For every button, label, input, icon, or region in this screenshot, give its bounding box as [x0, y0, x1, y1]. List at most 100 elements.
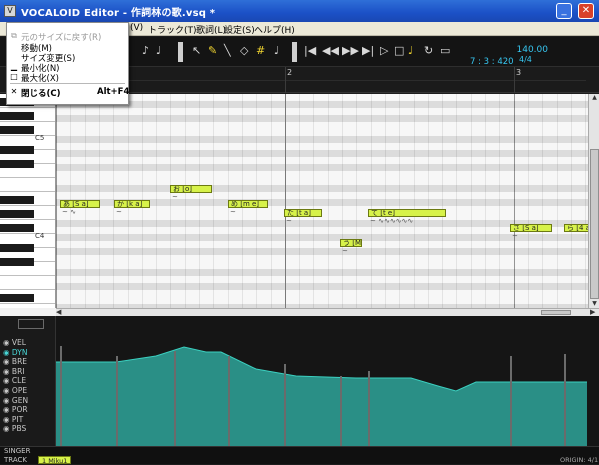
- go-end-icon[interactable]: ▶|: [362, 45, 374, 57]
- note-block[interactable]: め [m e]: [228, 200, 268, 208]
- beat-line: [271, 94, 272, 308]
- menu-track[interactable]: トラック(T): [148, 23, 197, 36]
- beat-line: [528, 94, 529, 308]
- velocity-bar[interactable]: [564, 354, 566, 446]
- note-block[interactable]: さ [S a]: [510, 224, 552, 232]
- note-block[interactable]: た [t a]: [284, 209, 322, 217]
- vocaloid-app-icon[interactable]: V: [4, 5, 16, 17]
- ruler-bar: [285, 67, 286, 93]
- track-tab[interactable]: 1 Miku1: [38, 456, 72, 465]
- black-key[interactable]: [0, 244, 34, 252]
- beat-line: [156, 94, 157, 308]
- vertical-scrollbar[interactable]: ▲ ▼: [588, 94, 599, 308]
- velocity-bar[interactable]: [60, 346, 62, 446]
- note-grid[interactable]: あ [S a] ~ ∿ か [k a] ~ お [o] ~ め [m e] ~ た [t a] ~…: [56, 94, 590, 311]
- black-key[interactable]: [0, 126, 34, 134]
- velocity-bar[interactable]: [174, 351, 176, 446]
- playhead-cursor[interactable]: [285, 94, 286, 308]
- menu-item-close[interactable]: ✕ 閉じる(C) Alt+F4: [7, 87, 130, 99]
- title-bar[interactable]: V VOCALOID Editor - 作詞林の歌.vsq * _ □ ✕: [0, 0, 599, 22]
- scroll-left-icon[interactable]: ◀: [56, 308, 61, 316]
- note-block[interactable]: お [o]: [170, 185, 212, 193]
- menu-settings[interactable]: 設定(S): [224, 23, 255, 36]
- menu-view[interactable]: (V): [130, 23, 143, 33]
- piano-keyboard[interactable]: C5 C4: [0, 94, 56, 308]
- white-key[interactable]: [0, 178, 55, 192]
- black-key[interactable]: [0, 112, 34, 120]
- black-key[interactable]: [0, 160, 34, 168]
- loop-icon[interactable]: ↻: [424, 45, 433, 57]
- parameter-por[interactable]: ◉ POR: [3, 405, 28, 415]
- track-label: TRACK: [4, 456, 27, 464]
- black-key[interactable]: [0, 294, 34, 302]
- octave-label: C4: [35, 232, 45, 240]
- beat-line: [471, 94, 472, 308]
- parameter-gen[interactable]: ◉ GEN: [3, 396, 28, 406]
- note-length-icon-2[interactable]: ♩: [156, 45, 161, 57]
- singer-label: SINGER: [4, 447, 31, 455]
- note-block[interactable]: あ [S a]: [60, 200, 100, 208]
- quantize-icon[interactable]: ♩: [274, 45, 279, 57]
- black-key[interactable]: [0, 146, 34, 154]
- minimize-button[interactable]: _: [556, 3, 572, 19]
- parameter-bre[interactable]: ◉ BRE: [3, 357, 27, 367]
- control-track[interactable]: ◉ VEL ◉ DYN ◉ BRE ◉ BRI ◉ CLE ◉ OPE ◉ GEN ◉ POR…: [0, 316, 599, 446]
- note-length-icon[interactable]: ♪: [142, 45, 149, 57]
- parameter-pbs[interactable]: ◉ PBS: [3, 424, 26, 434]
- velocity-bar[interactable]: [284, 364, 286, 446]
- go-start-icon[interactable]: |◀: [304, 45, 316, 57]
- black-key[interactable]: [0, 210, 34, 218]
- arrow-tool-icon[interactable]: ↖: [192, 45, 201, 57]
- eraser-tool-icon[interactable]: ◇: [240, 45, 248, 57]
- dynamics-area[interactable]: [56, 347, 587, 446]
- white-key[interactable]: [0, 304, 55, 308]
- pencil-tool-icon[interactable]: ✎: [208, 45, 217, 57]
- velocity-bar[interactable]: [228, 356, 230, 446]
- origin-label: ORIGIN: 4/1: [560, 456, 599, 464]
- record-icon[interactable]: ▭: [440, 45, 450, 57]
- black-key[interactable]: [0, 224, 34, 232]
- menu-help[interactable]: ヘルプ(H): [254, 23, 295, 36]
- note-block[interactable]: て [t e]: [368, 209, 446, 217]
- menu-lyrics[interactable]: 歌詞(L): [196, 23, 226, 36]
- scroll-down-icon[interactable]: ▼: [589, 300, 599, 308]
- black-key[interactable]: [0, 258, 34, 266]
- maximize-icon: □: [10, 72, 18, 81]
- measure-number: 2: [287, 68, 293, 77]
- fast-forward-icon[interactable]: ▶▶: [342, 45, 359, 57]
- note-block[interactable]: か [k a]: [114, 200, 150, 208]
- play-icon[interactable]: ▷: [380, 45, 388, 57]
- grid-row: [56, 101, 588, 108]
- parameter-vel[interactable]: ◉ VEL: [3, 338, 26, 348]
- horizontal-scrollbar[interactable]: ◀ ▶: [56, 308, 599, 316]
- close-button[interactable]: ✕: [578, 3, 594, 19]
- parameter-bri[interactable]: ◉ BRI: [3, 367, 25, 377]
- metronome-icon[interactable]: ♩: [408, 45, 413, 57]
- line-tool-icon[interactable]: ╲: [224, 45, 231, 57]
- rewind-icon[interactable]: ◀◀: [322, 45, 339, 57]
- parameter-value-box[interactable]: [18, 319, 44, 329]
- grid-tool-icon[interactable]: #: [256, 45, 265, 57]
- scroll-right-icon[interactable]: ▶: [590, 308, 595, 316]
- beat-line: [571, 94, 572, 308]
- note-block[interactable]: う [M]: [340, 239, 362, 247]
- velocity-bar[interactable]: [368, 371, 370, 446]
- menu-item-restore[interactable]: ⧉ 元のサイズに戻す(R): [7, 31, 128, 43]
- note-block[interactable]: ら [4 a]: [564, 224, 590, 232]
- scroll-up-icon[interactable]: ▲: [589, 94, 599, 102]
- parameter-pit[interactable]: ◉ PIT: [3, 415, 23, 425]
- stop-icon[interactable]: □: [394, 45, 404, 57]
- horizontal-scroll-thumb[interactable]: [541, 310, 571, 315]
- dynamics-curve-graph[interactable]: [56, 316, 587, 446]
- velocity-bar[interactable]: [340, 376, 342, 446]
- white-key[interactable]: [0, 276, 55, 290]
- velocity-bar[interactable]: [116, 356, 118, 446]
- menu-item-maximize[interactable]: □ 最大化(X): [7, 72, 128, 84]
- piano-roll[interactable]: C5 C4 あ [S a] ~ ∿ か [k a] ~ お [o] ~ め [m e] ~ た […: [0, 94, 599, 316]
- vertical-scroll-thumb[interactable]: [590, 149, 599, 299]
- parameter-dyn[interactable]: ◉ DYN: [3, 348, 28, 358]
- parameter-ope[interactable]: ◉ OPE: [3, 386, 27, 396]
- parameter-cle[interactable]: ◉ CLE: [3, 376, 26, 386]
- black-key[interactable]: [0, 196, 34, 204]
- velocity-bar[interactable]: [510, 356, 512, 446]
